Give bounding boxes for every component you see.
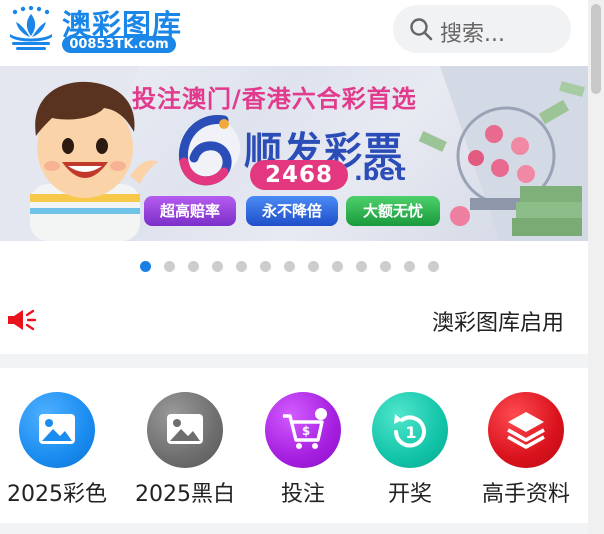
carousel-dot[interactable] (332, 261, 343, 272)
carousel-dot[interactable] (212, 261, 223, 272)
carousel-dot[interactable] (164, 261, 175, 272)
menu-label: 投注 (280, 482, 325, 507)
refresh-clock-icon: 1 (372, 392, 448, 468)
menu-item-draw-results[interactable]: 1 开奖 (350, 386, 470, 507)
search-placeholder: 搜索... (440, 22, 505, 47)
search-input[interactable]: 搜索... (393, 5, 571, 53)
section-divider (0, 523, 588, 534)
logo-domain: 00853TK.com (62, 36, 176, 53)
carousel-dot[interactable] (380, 261, 391, 272)
menu-label: 开奖 (387, 482, 432, 507)
menu-item-bet[interactable]: $ 投注 (243, 386, 363, 507)
menu-item-bw-2025[interactable]: 2025黑白 (125, 386, 245, 507)
logo-emblem-icon (10, 6, 52, 50)
carousel-dot[interactable] (404, 261, 415, 272)
banner-headline: 投注澳门/香港六合彩首选 (132, 85, 417, 113)
carousel-dot[interactable] (140, 261, 151, 272)
brand-number: 2468 (250, 160, 348, 190)
menu-item-expert-info[interactable]: 高手资料 (466, 386, 586, 507)
carousel-dot[interactable] (308, 261, 319, 272)
feature-pill-large-amount: 大额无忧 (346, 196, 440, 226)
feature-pill-odds: 超高赔率 (144, 196, 236, 226)
svg-text:$: $ (302, 424, 310, 438)
svg-text:1: 1 (405, 423, 416, 442)
image-icon (147, 392, 223, 468)
scrollbar[interactable] (588, 0, 604, 534)
promo-banner[interactable]: 投注澳门/香港六合彩首选 顺发彩票 2468 .bet 超高赔率 永不降倍 大额… (0, 66, 588, 241)
notice-bar[interactable]: 澳彩图库启用 (0, 296, 588, 346)
feature-pill-no-reduction: 永不降倍 (246, 196, 338, 226)
notice-text: 澳彩图库启用 (432, 311, 565, 336)
shopping-cart-icon: $ (265, 392, 341, 468)
menu-label: 高手资料 (481, 482, 570, 507)
carousel-dot[interactable] (284, 261, 295, 272)
scrollbar-thumb[interactable] (591, 4, 601, 94)
menu-label: 2025彩色 (7, 482, 107, 507)
carousel-dot[interactable] (236, 261, 247, 272)
menu-item-color-2025[interactable]: 2025彩色 (0, 386, 117, 507)
layers-icon (488, 392, 564, 468)
carousel-dot[interactable] (428, 261, 439, 272)
carousel-dot[interactable] (260, 261, 271, 272)
header: 澳彩图库 00853TK.com 搜索... (0, 0, 588, 66)
carousel-dot[interactable] (356, 261, 367, 272)
carousel-dot[interactable] (188, 261, 199, 272)
image-icon (19, 392, 95, 468)
menu-label: 2025黑白 (135, 482, 235, 507)
search-icon (410, 18, 433, 41)
brand-suffix: .bet (354, 160, 406, 186)
brand-logo-icon (178, 115, 240, 186)
speaker-icon (8, 309, 36, 331)
section-divider (0, 354, 588, 368)
